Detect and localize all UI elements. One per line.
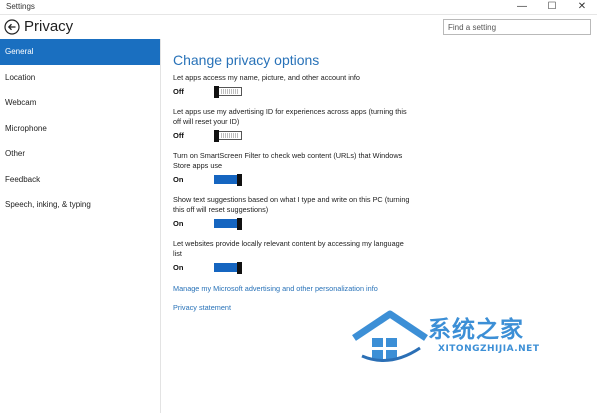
toggle-row: On [173, 217, 573, 231]
section-heading: Change privacy options [173, 52, 320, 68]
watermark-chinese-text: 系统之家 [428, 317, 524, 343]
sidebar-item-location[interactable]: Location [0, 65, 160, 91]
language-list-toggle[interactable] [214, 262, 242, 274]
setting-smartscreen: Turn on SmartScreen Filter to check web … [173, 151, 573, 187]
sidebar-item-microphone[interactable]: Microphone [0, 116, 160, 142]
setting-language-list: Let websites provide locally relevant co… [173, 239, 573, 275]
toggle-thumb [237, 218, 242, 230]
page-title: Privacy [24, 18, 74, 35]
toggle-row: On [173, 261, 573, 275]
setting-advertising-id: Let apps use my advertising ID for exper… [173, 107, 573, 143]
toggle-thumb [237, 262, 242, 274]
maximize-button[interactable]: ☐ [537, 0, 567, 14]
sidebar-item-speech-inking-typing[interactable]: Speech, inking, & typing [0, 192, 160, 218]
close-button[interactable]: ✕ [567, 0, 597, 14]
watermark-logo-icon [352, 310, 428, 362]
sidebar-item-general[interactable]: General [0, 39, 160, 65]
setting-text-suggestions: Show text suggestions based on what I ty… [173, 195, 573, 231]
toggle-state: Off [173, 131, 184, 140]
toggle-row: Off [173, 85, 573, 99]
title-bar: Settings — ☐ ✕ [0, 0, 597, 15]
manage-advertising-link[interactable]: Manage my Microsoft advertising and othe… [173, 283, 573, 294]
search-box[interactable] [443, 19, 591, 35]
smartscreen-toggle[interactable] [214, 174, 242, 186]
setting-label: Turn on SmartScreen Filter to check web … [173, 151, 403, 170]
toggle-thumb [214, 130, 219, 142]
back-arrow-icon[interactable] [4, 19, 20, 35]
toggle-track [221, 133, 239, 138]
toggle-state: On [173, 219, 184, 228]
account-info-toggle[interactable] [214, 86, 242, 98]
sidebar-item-other[interactable]: Other [0, 141, 160, 167]
page-header: Privacy [0, 15, 597, 39]
watermark: 系统之家 XITONGZHIJIA.NET [350, 308, 590, 388]
toggle-track [221, 89, 239, 94]
main-content: Change privacy options Let apps access m… [173, 50, 573, 321]
minimize-button[interactable]: — [507, 0, 537, 14]
sidebar-item-feedback[interactable]: Feedback [0, 167, 160, 193]
watermark-english-text: XITONGZHIJIA.NET [438, 344, 540, 354]
toggle-state: On [173, 263, 184, 272]
advertising-id-toggle[interactable] [214, 130, 242, 142]
toggle-thumb [237, 174, 242, 186]
setting-label: Let apps access my name, picture, and ot… [173, 73, 360, 82]
toggle-thumb [214, 86, 219, 98]
setting-label: Let apps use my advertising ID for exper… [173, 107, 407, 126]
text-suggestions-toggle[interactable] [214, 218, 242, 230]
setting-label: Show text suggestions based on what I ty… [173, 195, 410, 214]
toggle-state: On [173, 175, 184, 184]
search-input[interactable] [448, 20, 578, 34]
toggle-state: Off [173, 87, 184, 96]
setting-label: Let websites provide locally relevant co… [173, 239, 404, 258]
app-title: Settings [6, 2, 35, 11]
toggle-row: On [173, 173, 573, 187]
toggle-row: Off [173, 129, 573, 143]
sidebar-item-webcam[interactable]: Webcam [0, 90, 160, 116]
sidebar: General Location Webcam Microphone Other… [0, 39, 161, 413]
setting-account-info: Let apps access my name, picture, and ot… [173, 73, 573, 99]
